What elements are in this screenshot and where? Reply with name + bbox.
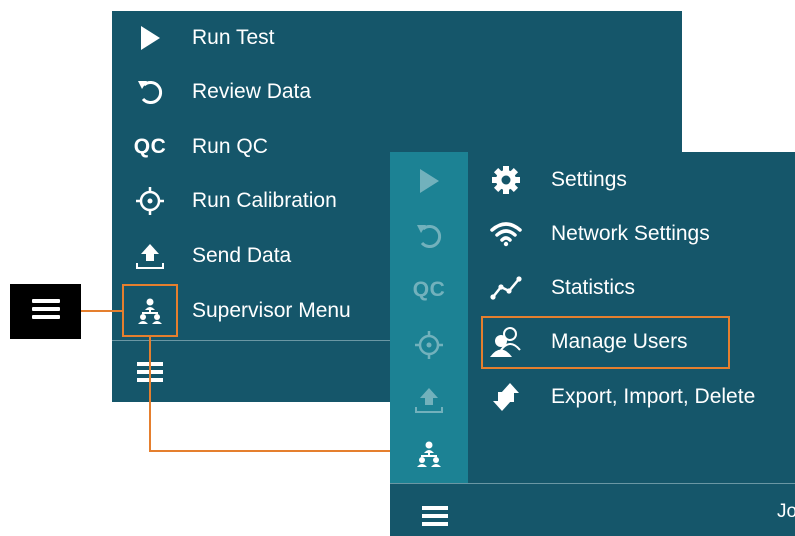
callout-connector [81,310,123,312]
user-name: Jo [777,501,795,522]
icon-rail: QC [390,152,468,483]
menu-item-run-test[interactable]: Run Test [112,11,682,65]
hamburger-icon[interactable] [410,496,460,536]
menu-item-label: Send Data [192,244,292,267]
play-icon [130,18,170,58]
play-icon[interactable] [404,161,454,201]
crosshair-icon [130,181,170,221]
supervisor-icon-highlight [122,284,178,337]
crosshair-icon[interactable] [404,325,454,365]
menu-divider [390,483,795,484]
chart-line-icon [488,270,524,306]
hamburger-icon [31,298,61,325]
hamburger-callout [10,284,81,339]
menu-item-label: Run Test [192,26,275,49]
transfer-icon [488,379,524,415]
menu-item-label: Review Data [192,80,312,103]
qc-icon-text: QC [412,278,446,301]
qc-icon: QC [130,127,170,167]
wifi-icon [488,216,524,252]
menu-item-statistics[interactable]: Statistics [468,261,795,315]
menu-item-label: Run QC [192,135,268,158]
supervisor-icon[interactable] [404,434,454,474]
manage-users-highlight [481,316,730,369]
menu-item-label: Settings [551,168,627,191]
undo-icon [130,72,170,112]
menu-item-label: Supervisor Menu [192,299,351,322]
callout-connector [149,337,151,452]
upload-icon[interactable] [404,380,454,420]
callout-connector [149,450,391,452]
qc-icon-text: QC [133,135,167,158]
menu-item-label: Run Calibration [192,189,337,212]
menu-item-label: Export, Import, Delete [551,385,756,408]
gear-icon [488,162,524,198]
undo-icon[interactable] [404,216,454,256]
menu-item-export-import-delete[interactable]: Export, Import, Delete [468,370,795,424]
menu-item-label: Statistics [551,276,636,299]
menu-item-label: Network Settings [551,222,710,245]
upload-icon [130,236,170,276]
qc-icon[interactable]: QC [404,270,454,310]
menu-item-review-data[interactable]: Review Data [112,65,682,119]
menu-item-network-settings[interactable]: Network Settings [468,207,795,261]
menu-item-settings[interactable]: Settings [468,153,795,207]
